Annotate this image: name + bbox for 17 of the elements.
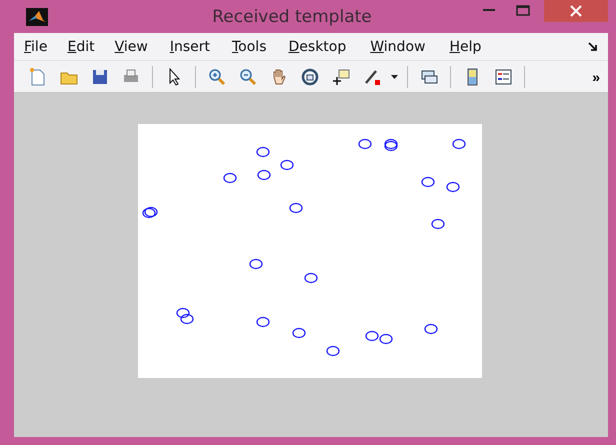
menu-item[interactable]: View	[114, 38, 148, 54]
menu-item[interactable]: Edit	[67, 38, 95, 54]
menu-item[interactable]: Insert	[170, 38, 210, 54]
close-button[interactable]	[544, 0, 608, 22]
maximize-icon	[516, 4, 530, 16]
menu-item[interactable]: Desktop	[288, 38, 346, 54]
menu-item[interactable]: Help	[449, 38, 482, 54]
menu-item[interactable]: File	[24, 38, 48, 54]
caret-icon[interactable]	[391, 74, 398, 78]
window-title: Received template	[211, 6, 373, 26]
close-icon	[570, 5, 582, 17]
menu-item[interactable]: Tools	[232, 38, 266, 54]
app-logo-icon	[26, 8, 48, 26]
menu-item[interactable]: Window	[370, 38, 426, 54]
toolbar-overflow-button[interactable]: »	[592, 68, 600, 84]
minimize-icon	[483, 8, 495, 12]
dock-arrow-icon[interactable]	[588, 42, 598, 52]
